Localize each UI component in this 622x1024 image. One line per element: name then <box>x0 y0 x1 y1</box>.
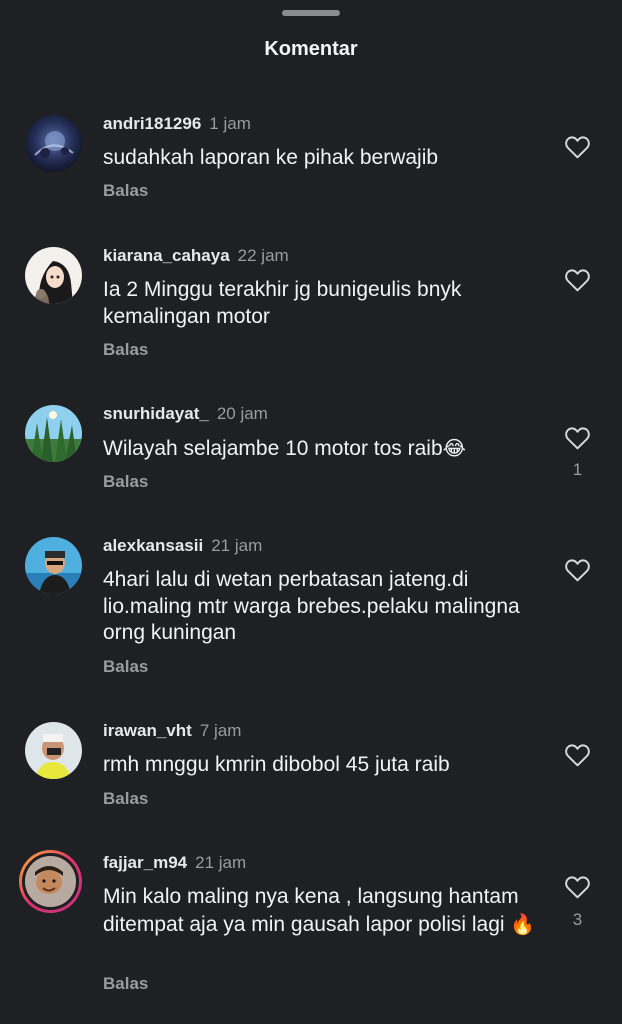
reply-button[interactable]: Balas <box>103 181 148 201</box>
timestamp: 1 jam <box>209 114 251 133</box>
laughing-emoji: 😂 <box>442 436 467 460</box>
like-count: 1 <box>572 460 583 479</box>
username[interactable]: snurhidayat_ <box>103 404 209 423</box>
page-title: Komentar <box>264 38 358 60</box>
heart-icon[interactable] <box>564 426 591 450</box>
comment-text: 4hari lalu di wetan perbatasan jateng.di… <box>103 568 520 644</box>
avatar[interactable] <box>25 722 82 779</box>
avatar <box>22 853 79 910</box>
heart-icon[interactable] <box>564 875 591 899</box>
comment-text: Min kalo maling nya kena , langsung hant… <box>103 884 543 938</box>
reply-button[interactable]: Balas <box>103 657 148 677</box>
username[interactable]: kiarana_cahaya <box>103 246 230 265</box>
avatar[interactable] <box>25 537 82 594</box>
username[interactable]: andri181296 <box>103 114 201 133</box>
reply-button[interactable]: Balas <box>103 974 148 994</box>
like-count: 3 <box>572 910 583 929</box>
timestamp: 7 jam <box>199 721 242 740</box>
timestamp: 20 jam <box>216 404 268 423</box>
avatar[interactable] <box>25 115 82 172</box>
comment-text: Wilayah selajambe 10 motor tos raib😂 <box>103 435 543 463</box>
username[interactable]: irawan_vht <box>103 721 192 740</box>
comment-text: rmh mnggu kmrin dibobol 45 juta raib <box>103 753 450 776</box>
comment-text-content: Wilayah selajambe 10 motor tos raib <box>103 437 443 460</box>
comments-sheet: Komentar andri181296 1 jam sudahkah lapo… <box>0 0 622 1024</box>
avatar[interactable] <box>25 247 82 304</box>
reply-button[interactable]: Balas <box>103 472 148 492</box>
comment-text: sudahkah laporan ke pihak berwajib <box>103 146 439 169</box>
fire-emoji: 🔥 <box>510 911 536 936</box>
heart-icon[interactable] <box>564 268 591 292</box>
comment-meta: fajjar_m94 21 jam <box>103 853 246 873</box>
timestamp: 21 jam <box>211 536 263 555</box>
heart-icon[interactable] <box>564 135 591 159</box>
comment-text-content: Min kalo maling nya kena , langsung hant… <box>103 885 519 936</box>
username[interactable]: fajjar_m94 <box>103 853 187 872</box>
timestamp: 22 jam <box>237 246 289 265</box>
timestamp: 21 jam <box>195 853 247 872</box>
reply-button[interactable]: Balas <box>103 789 148 809</box>
comment-meta: snurhidayat_ 20 jam <box>103 404 268 424</box>
drag-handle[interactable] <box>282 10 340 16</box>
comment-meta: irawan_vht 7 jam <box>103 721 241 741</box>
username[interactable]: alexkansasii <box>103 536 203 555</box>
comment-meta: alexkansasii 21 jam <box>103 536 262 556</box>
reply-button[interactable]: Balas <box>103 340 148 360</box>
avatar[interactable] <box>25 405 82 462</box>
comment-meta: kiarana_cahaya 22 jam <box>103 246 289 266</box>
comment-meta: andri181296 1 jam <box>103 114 251 134</box>
heart-icon[interactable] <box>564 558 591 582</box>
heart-icon[interactable] <box>564 743 591 767</box>
comment-text: Ia 2 Minggu terakhir jg bunigeulis bnyk … <box>103 278 462 328</box>
avatar-story-ring[interactable] <box>19 850 82 913</box>
